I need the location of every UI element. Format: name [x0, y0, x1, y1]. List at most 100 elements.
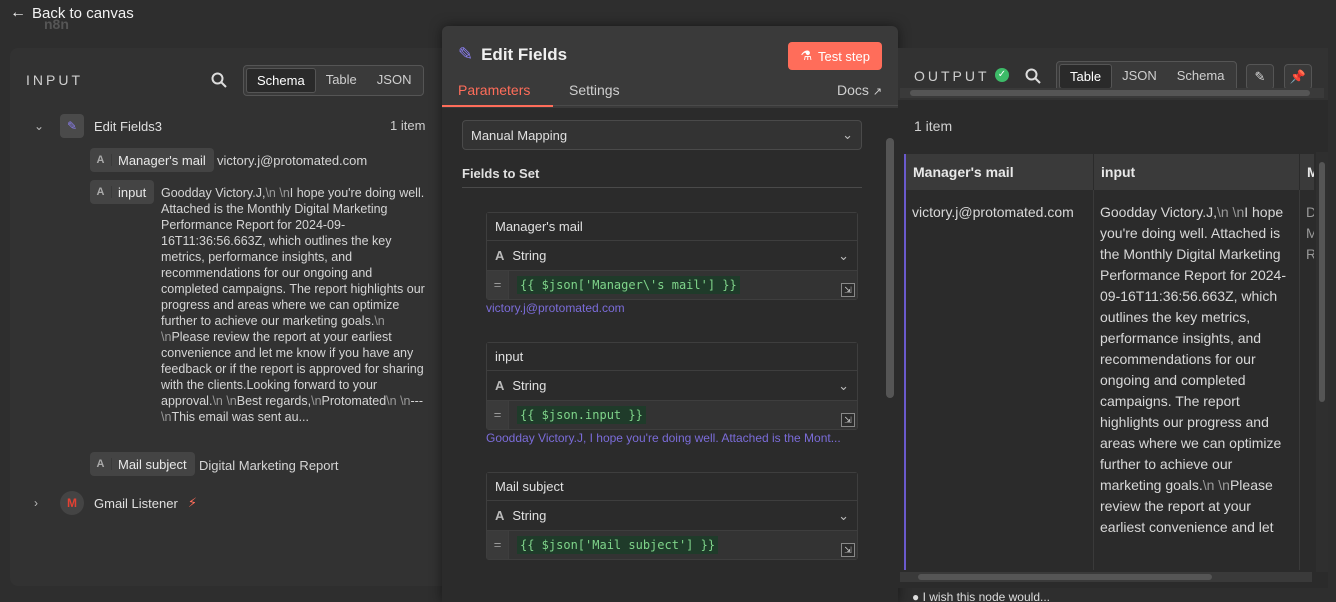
assignment-type-select[interactable]: A String ⌄ — [487, 241, 857, 271]
input-panel: INPUT Schema Table JSON ⌄ ✎ Edit Fields3… — [10, 48, 442, 586]
external-link-icon: ↗ — [872, 86, 882, 98]
string-type-icon: A — [90, 458, 112, 470]
text-segment: Protomated — [321, 394, 387, 408]
modal-tabs: Parameters Settings Docs ↗ — [442, 78, 898, 107]
schema-field-input[interactable]: A input — [90, 180, 155, 204]
column-header[interactable]: M — [1300, 154, 1314, 190]
trigger-bolt-icon: ⚡ — [187, 495, 197, 510]
text-segment: --- — [410, 394, 424, 408]
assignment-type-select[interactable]: A String ⌄ — [487, 371, 857, 401]
modal-scrollbar[interactable] — [886, 138, 894, 398]
output-panel: OUTPUT ✓ Table JSON Schema ✎ 📌 1 item Ma… — [898, 48, 1328, 588]
tab-settings[interactable]: Settings — [569, 82, 620, 98]
schema-field-managers-mail[interactable]: A Manager's mail — [90, 148, 214, 172]
assignment-card: Manager's mail A String ⌄ = {{ $json['Ma… — [486, 212, 858, 300]
expand-icon[interactable]: ⇲ — [841, 283, 855, 297]
expand-icon[interactable]: ⇲ — [841, 543, 855, 557]
escape-newline: \n \n — [1202, 477, 1230, 493]
column-header[interactable]: Manager's mail — [906, 154, 1094, 190]
chevron-right-icon[interactable]: › — [34, 496, 48, 510]
field-name: Mail subject — [118, 456, 187, 472]
assignment-value-input[interactable]: = {{ $json['Manager\'s mail'] }} ⇲ — [487, 271, 857, 299]
text-segment: I hope you're doing well. Attached is th… — [1100, 204, 1288, 493]
output-panel-title: OUTPUT — [914, 68, 990, 84]
docs-link[interactable]: Docs ↗ — [837, 82, 882, 98]
ndv-root: n8n ← Back to canvas INPUT Schema Table … — [0, 0, 1336, 602]
input-panel-title: INPUT — [26, 72, 83, 88]
modal-title: Edit Fields — [481, 44, 568, 64]
expression-equals-icon: = — [487, 531, 509, 559]
expression-text: {{ $json['Manager\'s mail'] }} — [517, 276, 740, 294]
mode-select-value: Manual Mapping — [471, 128, 568, 143]
pencil-icon: ✎ — [458, 44, 474, 64]
edit-output-button[interactable]: ✎ — [1246, 64, 1274, 90]
back-to-canvas-button[interactable]: ← Back to canvas — [10, 4, 134, 22]
input-tab-table[interactable]: Table — [316, 68, 367, 93]
expression-equals-icon: = — [487, 271, 509, 299]
test-step-button[interactable]: ⚗ Test step — [788, 42, 882, 70]
node-name: Edit Fields3 — [94, 118, 162, 134]
escape-newline: \n — [161, 410, 172, 424]
assignment-type-select[interactable]: A String ⌄ — [487, 501, 857, 531]
feedback-hint[interactable]: ● I wish this node would... — [912, 590, 1050, 602]
output-tab-table[interactable]: Table — [1059, 64, 1113, 89]
pin-icon: 📌 — [1289, 69, 1307, 84]
text-segment: I hope you're doing well. Attached is th… — [161, 186, 429, 328]
tree-node-gmail-listener[interactable]: › M Gmail Listener ⚡ — [34, 491, 197, 515]
assignment-value-input[interactable]: = {{ $json.input }} ⇲ — [487, 401, 857, 429]
output-vertical-scrollbar[interactable] — [1316, 152, 1328, 572]
type-label: String — [512, 378, 547, 393]
type-label: String — [512, 248, 547, 263]
assignment-name-input[interactable]: Mail subject — [487, 473, 857, 501]
tab-parameters[interactable]: Parameters — [458, 82, 530, 98]
assignment-card: Mail subject A String ⌄ = {{ $json['Mail… — [486, 472, 858, 560]
search-icon[interactable] — [210, 71, 228, 89]
text-segment: Goodday Victory.J, — [161, 186, 266, 200]
docs-label: Docs — [836, 82, 869, 98]
string-type-icon: A — [495, 508, 505, 523]
assignment-name-input[interactable]: Manager's mail — [487, 213, 857, 241]
column-header[interactable]: input — [1094, 154, 1300, 190]
escape-newline: \n \n — [1216, 204, 1245, 220]
expression-equals-icon: = — [487, 401, 509, 429]
chevron-down-icon: ⌄ — [838, 248, 849, 263]
parameters-panel: Manual Mapping ⌄ Fields to Set Manager's… — [442, 108, 898, 602]
expand-icon[interactable]: ⇲ — [841, 413, 855, 427]
input-tab-schema[interactable]: Schema — [246, 68, 316, 93]
fields-to-set-label: Fields to Set — [462, 166, 540, 181]
expression-text: {{ $json.input }} — [517, 406, 646, 424]
pencil-icon: ✎ — [1254, 69, 1266, 84]
assignment-value-input[interactable]: = {{ $json['Mail subject'] }} ⇲ — [487, 531, 857, 559]
expression-result: Goodday Victory.J, I hope you're doing w… — [486, 431, 841, 445]
escape-newline: \n \n — [265, 186, 290, 200]
field-value-input: Goodday Victory.J,\n \nI hope you're doi… — [161, 185, 425, 425]
output-bottom-scrollbar[interactable] — [900, 572, 1312, 582]
pin-data-button[interactable]: 📌 — [1284, 64, 1312, 90]
feedback-hint-label: I wish this node would... — [922, 590, 1050, 602]
text-segment: Goodday Victory.J, — [1100, 204, 1217, 220]
edit-fields-modal: ✎ Edit Fields ⚗ Test step Parameters Set… — [442, 26, 898, 602]
string-type-icon: A — [495, 248, 505, 263]
assignment-name-input[interactable]: input — [487, 343, 857, 371]
back-to-canvas-label: Back to canvas — [32, 4, 134, 22]
search-icon[interactable] — [1024, 67, 1042, 85]
escape-newline: \n — [311, 394, 322, 408]
tree-node-edit-fields3[interactable]: ⌄ ✎ Edit Fields3 — [34, 114, 162, 138]
node-item-count: 1 item — [390, 118, 426, 133]
expression-result: victory.j@protomated.com — [486, 301, 625, 315]
output-top-scrollbar[interactable] — [900, 88, 1324, 98]
output-tab-json[interactable]: JSON — [1112, 64, 1167, 89]
input-tab-json[interactable]: JSON — [367, 68, 422, 93]
mode-select[interactable]: Manual Mapping ⌄ — [462, 120, 862, 150]
output-item-count: 1 item — [914, 118, 953, 134]
string-type-icon: A — [90, 186, 112, 198]
arrow-left-icon: ← — [10, 4, 26, 21]
chevron-down-icon[interactable]: ⌄ — [34, 119, 48, 133]
node-name: Gmail Listener — [94, 495, 178, 511]
expression-text: {{ $json['Mail subject'] }} — [517, 536, 719, 554]
field-value: Digital Marketing Report — [199, 458, 339, 473]
assignment-card: input A String ⌄ = {{ $json.input }} ⇲ — [486, 342, 858, 430]
output-tab-schema[interactable]: Schema — [1167, 64, 1235, 89]
lightbulb-icon: ● — [912, 590, 920, 602]
schema-field-mail-subject[interactable]: A Mail subject — [90, 452, 195, 476]
